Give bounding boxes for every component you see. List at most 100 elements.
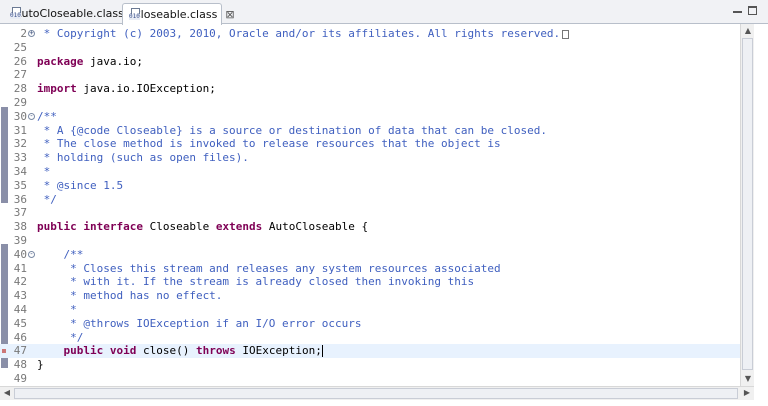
code-line[interactable]: 41 * Closes this stream and releases any… bbox=[0, 262, 740, 276]
maximize-button[interactable] bbox=[748, 6, 757, 15]
code-line[interactable]: 35 * @since 1.5 bbox=[0, 179, 740, 193]
code-text: */ bbox=[37, 193, 57, 207]
code-editor[interactable]: 2 + * Copyright (c) 2003, 2010, Oracle an… bbox=[0, 24, 740, 386]
code-line[interactable]: 2 + * Copyright (c) 2003, 2010, Oracle an… bbox=[0, 27, 740, 41]
code-line[interactable]: 25 bbox=[0, 41, 740, 55]
minimize-button[interactable] bbox=[733, 6, 742, 13]
code-token: close() bbox=[136, 344, 196, 358]
comment-token: /** bbox=[37, 247, 84, 261]
line-number: 48 bbox=[13, 358, 27, 372]
horizontal-scroll-thumb[interactable] bbox=[14, 388, 738, 399]
keyword-token: public bbox=[63, 344, 104, 358]
code-line[interactable]: 38 public interface Closeable extends Aut… bbox=[0, 220, 740, 234]
code-line[interactable]: 46 */ bbox=[0, 331, 740, 345]
code-text: */ bbox=[37, 331, 83, 345]
expand-fold-icon[interactable]: + bbox=[28, 30, 35, 37]
line-number: 31 bbox=[13, 123, 27, 137]
tab-label: AutoCloseable.class bbox=[14, 7, 124, 20]
line-number: 28 bbox=[13, 82, 27, 96]
collapse-fold-icon[interactable]: - bbox=[28, 112, 35, 120]
code-line[interactable]: 29 bbox=[0, 96, 740, 110]
code-line[interactable]: 37 bbox=[0, 206, 740, 220]
code-text: * holding (such as open files). bbox=[37, 151, 249, 165]
comment-token: * A {@code Closeable} is a source or des… bbox=[37, 123, 547, 137]
code-line[interactable]: 47 public void close() throws IOExceptio… bbox=[0, 344, 740, 359]
line-number: 41 bbox=[13, 261, 27, 275]
code-line[interactable]: 48} bbox=[0, 358, 740, 372]
comment-token: * @throws IOException if an I/O error oc… bbox=[37, 316, 362, 330]
line-number: 36 bbox=[13, 192, 27, 206]
code-text: * bbox=[37, 165, 51, 179]
code-token: Closeable bbox=[142, 220, 216, 234]
keyword-token: extends bbox=[215, 220, 263, 234]
comment-token: * bbox=[37, 303, 77, 316]
code-line[interactable]: 27 bbox=[0, 68, 740, 82]
close-icon[interactable]: ⊠ bbox=[225, 8, 234, 21]
tab-closeable[interactable]: 010 Closeable.class ⊠ bbox=[122, 3, 235, 25]
code-line[interactable]: 45 * @throws IOException if an I/O error… bbox=[0, 317, 740, 331]
code-line[interactable]: 31 * A {@code Closeable} is a source or … bbox=[0, 124, 740, 138]
keyword-token: throws bbox=[195, 344, 236, 358]
scroll-left-icon[interactable]: ◀ bbox=[0, 388, 14, 397]
code-line[interactable]: 42 * with it. If the stream is already c… bbox=[0, 275, 740, 289]
comment-token: * Closes this stream and releases any sy… bbox=[37, 261, 501, 275]
line-number: 29 bbox=[13, 96, 27, 109]
code-line[interactable]: 43 * method has no effect. bbox=[0, 289, 740, 303]
code-line[interactable]: 40- /** bbox=[0, 248, 740, 262]
code-line[interactable]: 49 bbox=[0, 372, 740, 386]
code-line[interactable]: 30-/** bbox=[0, 110, 740, 124]
scroll-up-icon[interactable]: ▲ bbox=[741, 26, 755, 35]
line-number: 47 bbox=[13, 344, 27, 358]
horizontal-scrollbar[interactable]: ◀ ▶ bbox=[0, 386, 754, 400]
comment-token: /** bbox=[37, 109, 57, 123]
code-text: * A {@code Closeable} is a source or des… bbox=[37, 124, 547, 138]
code-text: package java.io; bbox=[37, 55, 143, 69]
comment-token: * Copyright (c) 2003, 2010, Oracle and/o… bbox=[37, 27, 561, 40]
line-number: 35 bbox=[13, 178, 27, 192]
line-number: 33 bbox=[13, 151, 27, 165]
change-marker-icon bbox=[2, 349, 6, 354]
line-number: 30 bbox=[13, 109, 27, 123]
text-caret bbox=[321, 345, 323, 358]
line-number: 2 bbox=[20, 27, 27, 40]
code-text: * Closes this stream and releases any sy… bbox=[37, 261, 501, 276]
code-text: public void close() throws IOException; bbox=[37, 344, 323, 358]
code-text: public interface Closeable extends AutoC… bbox=[37, 220, 368, 234]
line-number: 43 bbox=[13, 289, 27, 303]
scroll-right-icon[interactable]: ▶ bbox=[740, 388, 754, 397]
vertical-scroll-thumb[interactable] bbox=[742, 38, 753, 370]
collapse-fold-icon[interactable]: - bbox=[28, 250, 35, 258]
line-number: 40 bbox=[13, 247, 27, 261]
code-text: * bbox=[37, 303, 77, 317]
code-text: * The close method is invoked to release… bbox=[37, 137, 501, 151]
code-text: } bbox=[37, 358, 44, 372]
code-line[interactable]: 32 * The close method is invoked to rele… bbox=[0, 137, 740, 151]
line-number: 37 bbox=[13, 206, 27, 220]
code-line[interactable]: 44 * bbox=[0, 303, 740, 317]
code-token: java.io.IOException; bbox=[76, 82, 216, 96]
editor-tab-bar: 010 AutoCloseable.class 010 Closeable.cl… bbox=[0, 0, 768, 25]
line-number: 34 bbox=[13, 165, 27, 178]
scroll-down-icon[interactable]: ▼ bbox=[741, 374, 755, 383]
line-number: 26 bbox=[13, 54, 27, 68]
code-line[interactable]: 39 bbox=[0, 234, 740, 248]
line-number: 44 bbox=[13, 303, 27, 316]
code-text: * @throws IOException if an I/O error oc… bbox=[37, 316, 362, 331]
tab-autocloseable[interactable]: 010 AutoCloseable.class bbox=[4, 3, 124, 24]
code-line[interactable]: 34 * bbox=[0, 165, 740, 179]
folded-content-icon[interactable] bbox=[562, 29, 570, 39]
code-line[interactable]: 28 import java.io.IOException; bbox=[0, 82, 740, 96]
line-number: 49 bbox=[13, 372, 27, 385]
line-number: 32 bbox=[13, 137, 27, 151]
line-number: 46 bbox=[13, 330, 27, 344]
code-token: IOException; bbox=[235, 344, 322, 358]
code-line[interactable]: 26 package java.io; bbox=[0, 55, 740, 69]
code-line[interactable]: 36 */ bbox=[0, 193, 740, 207]
code-line[interactable]: 33 * holding (such as open files). bbox=[0, 151, 740, 165]
code-text: import java.io.IOException; bbox=[37, 82, 216, 96]
keyword-token: interface bbox=[83, 220, 143, 234]
vertical-scrollbar[interactable]: ▲ ▼ bbox=[740, 24, 754, 386]
code-text: * Copyright (c) 2003, 2010, Oracle and/o… bbox=[37, 27, 570, 41]
comment-token: * with it. If the stream is already clos… bbox=[37, 275, 475, 289]
